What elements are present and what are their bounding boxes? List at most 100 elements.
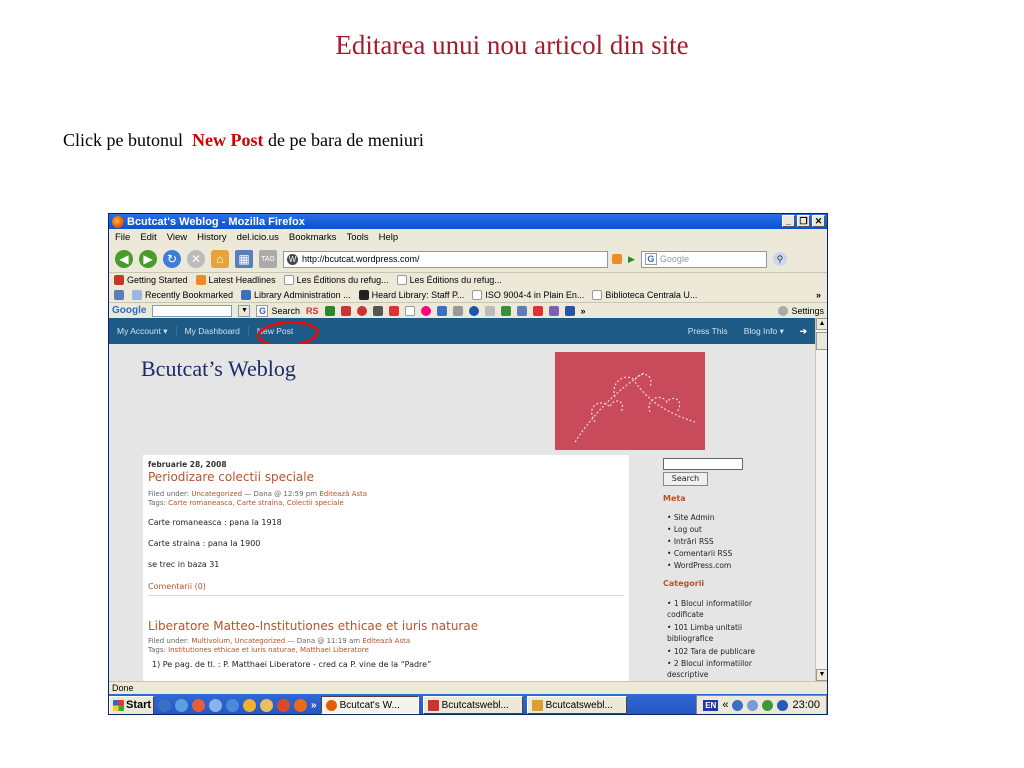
toolbar-gmail-icon[interactable] [532, 305, 543, 316]
toolbar-yahoo-icon[interactable] [340, 305, 351, 316]
toolbar-star-icon[interactable] [564, 305, 575, 316]
rss-feed-icon[interactable] [612, 254, 622, 264]
press-this-link[interactable]: Press This [688, 326, 728, 337]
sidebar-search-input[interactable] [663, 458, 743, 470]
stop-icon[interactable]: ✕ [187, 250, 205, 268]
google-settings-button[interactable]: Settings [778, 305, 824, 316]
menu-bookmarks[interactable]: Bookmarks [289, 232, 337, 243]
post-title[interactable]: Liberatore Matteo-Institutiones ethicae … [148, 619, 478, 633]
minimize-button[interactable]: _ [782, 215, 795, 227]
quicklaunch-icon-8[interactable] [277, 698, 290, 712]
window-titlebar[interactable]: Bcutcat's Weblog - Mozilla Firefox _ ❐ ✕ [109, 214, 827, 229]
menu-history[interactable]: History [197, 232, 227, 243]
menu-file[interactable]: File [115, 232, 130, 243]
rs-button[interactable]: RS [306, 306, 319, 316]
toolbar-wikipedia-icon[interactable] [404, 305, 415, 316]
meta-item[interactable]: • Site Admin [667, 512, 777, 523]
toolbar-calendar-icon[interactable] [500, 305, 511, 316]
my-dashboard-link[interactable]: My Dashboard [177, 326, 249, 336]
category-item[interactable]: • 101 Limba unitatii bibliografice [667, 622, 777, 644]
tray-expand-button[interactable]: « [722, 699, 728, 711]
category-item[interactable]: • 102 Tara de publicare [667, 646, 777, 657]
quicklaunch-icon-7[interactable] [260, 698, 273, 712]
post-comments-link[interactable]: Comentarii (0) [148, 582, 206, 591]
blog-info-menu[interactable]: Blog Info ▾ [744, 326, 784, 337]
menu-delicious[interactable]: del.icio.us [237, 232, 279, 243]
toolbar-extra-icon[interactable] [484, 305, 495, 316]
search-icon[interactable]: ⚲ [772, 252, 787, 266]
post-edit-link[interactable]: Editează Asta [362, 637, 410, 645]
bookmark-latest-headlines[interactable]: Latest Headlines [195, 275, 276, 285]
bookmark-heard-library[interactable]: Heard Library: Staff P... [358, 289, 464, 300]
toolbar-gray-icon[interactable] [452, 305, 463, 316]
scroll-down-arrow-icon[interactable]: ▼ [816, 669, 827, 681]
meta-item[interactable]: • Comentarii RSS [667, 548, 777, 559]
category-item[interactable]: • 1 Blocul informatiilor codificate [667, 598, 777, 620]
toolbar-pen-icon[interactable] [372, 305, 383, 316]
post-title[interactable]: Periodizare colectii speciale [148, 470, 314, 484]
tray-app-icon[interactable] [747, 699, 759, 711]
arrow-right-icon[interactable]: ➔ [800, 326, 807, 337]
tag-icon[interactable]: TAG [259, 250, 277, 268]
tray-clock-app-icon[interactable] [777, 699, 789, 711]
bookmarks-overflow-button[interactable]: » [816, 290, 821, 300]
google-search-button[interactable]: G Search [256, 304, 300, 317]
post-tags-links[interactable]: Carte romaneasca, Carte straina, Colecti… [168, 499, 344, 507]
meta-item[interactable]: • Log out [667, 524, 777, 535]
forward-icon[interactable]: ▶ [139, 250, 157, 268]
meta-item[interactable]: • Intrări RSS [667, 536, 777, 547]
quicklaunch-icon-4[interactable] [209, 698, 222, 712]
toolbar-green-icon[interactable] [324, 305, 335, 316]
post-category-link[interactable]: Uncategorized [191, 490, 242, 498]
bookmark-library-admin[interactable]: Library Administration ... [241, 289, 351, 300]
menu-tools[interactable]: Tools [346, 232, 368, 243]
toolbar-youtube-icon[interactable] [388, 305, 399, 316]
toolbar-bookmark-icon[interactable] [548, 305, 559, 316]
bookmark-getting-started[interactable]: Getting Started [114, 275, 188, 285]
post-tags-links[interactable]: Institutiones ethicae et iuris naturae, … [168, 646, 369, 654]
scroll-up-arrow-icon[interactable]: ▲ [816, 318, 827, 330]
sidebar-search-button[interactable]: Search [663, 472, 708, 486]
toolbar-lastfm-icon[interactable] [356, 305, 367, 316]
blog-title[interactable]: Bcutcat’s Weblog [141, 356, 296, 382]
restore-button[interactable]: ❐ [797, 215, 810, 227]
go-icon[interactable]: ▶ [628, 254, 635, 265]
quicklaunch-icon-1[interactable] [158, 698, 171, 712]
toolbar-overflow-button[interactable]: » [581, 306, 586, 316]
menu-view[interactable]: View [167, 232, 187, 243]
task-firefox[interactable]: Bcutcat's W... [320, 696, 419, 714]
task-bcutcatsweblog-1[interactable]: Bcutcatswebl... [422, 696, 523, 714]
bookmark-editions-2[interactable]: Les Éditions du refug... [396, 275, 502, 285]
google-dropdown-icon[interactable]: ▼ [238, 304, 251, 317]
toolbar-globe-icon[interactable] [468, 305, 479, 316]
bookmark-iso-9004[interactable]: ISO 9004-4 in Plain En... [472, 289, 584, 300]
google-toolbar-input[interactable] [152, 304, 233, 317]
vertical-scrollbar[interactable]: ▲ ▼ [815, 318, 827, 681]
meta-item[interactable]: • WordPress.com [667, 560, 777, 571]
bookmark-biblioteca-centrala[interactable]: Biblioteca Centrala U... [592, 289, 697, 300]
menu-help[interactable]: Help [379, 232, 399, 243]
toolbar-flickr-icon[interactable] [420, 305, 431, 316]
home-icon[interactable]: ⌂ [211, 250, 229, 268]
tray-update-icon[interactable] [762, 699, 774, 711]
network-icon[interactable] [732, 699, 744, 711]
quicklaunch-overflow-button[interactable]: » [311, 700, 317, 711]
toolbar-puzzle-icon[interactable] [516, 305, 527, 316]
post-category-link[interactable]: Multivolum, Uncategorized [191, 637, 285, 645]
bookmark-editions-1[interactable]: Les Éditions du refug... [283, 275, 389, 285]
quicklaunch-icon-9[interactable] [294, 698, 307, 712]
back-icon[interactable]: ◀ [115, 250, 133, 268]
quicklaunch-icon-5[interactable] [226, 698, 239, 712]
quicklaunch-icon-2[interactable] [175, 698, 188, 712]
category-item[interactable]: • 2 Blocul informatiilor descriptive [667, 658, 777, 680]
menu-edit[interactable]: Edit [140, 232, 156, 243]
post-edit-link[interactable]: Editează Asta [319, 490, 367, 498]
language-indicator[interactable]: EN [703, 699, 719, 711]
bookmark-toolbar-icon[interactable]: ▦ [235, 250, 253, 268]
quicklaunch-icon-3[interactable] [192, 698, 205, 712]
toolbar-blue-icon[interactable] [436, 305, 447, 316]
url-bar[interactable]: W http://bcutcat.wordpress.com/ [283, 250, 608, 268]
search-input[interactable]: G Google [640, 250, 767, 268]
my-account-menu[interactable]: My Account ▾ [109, 325, 177, 337]
quicklaunch-icon-6[interactable] [243, 698, 256, 712]
